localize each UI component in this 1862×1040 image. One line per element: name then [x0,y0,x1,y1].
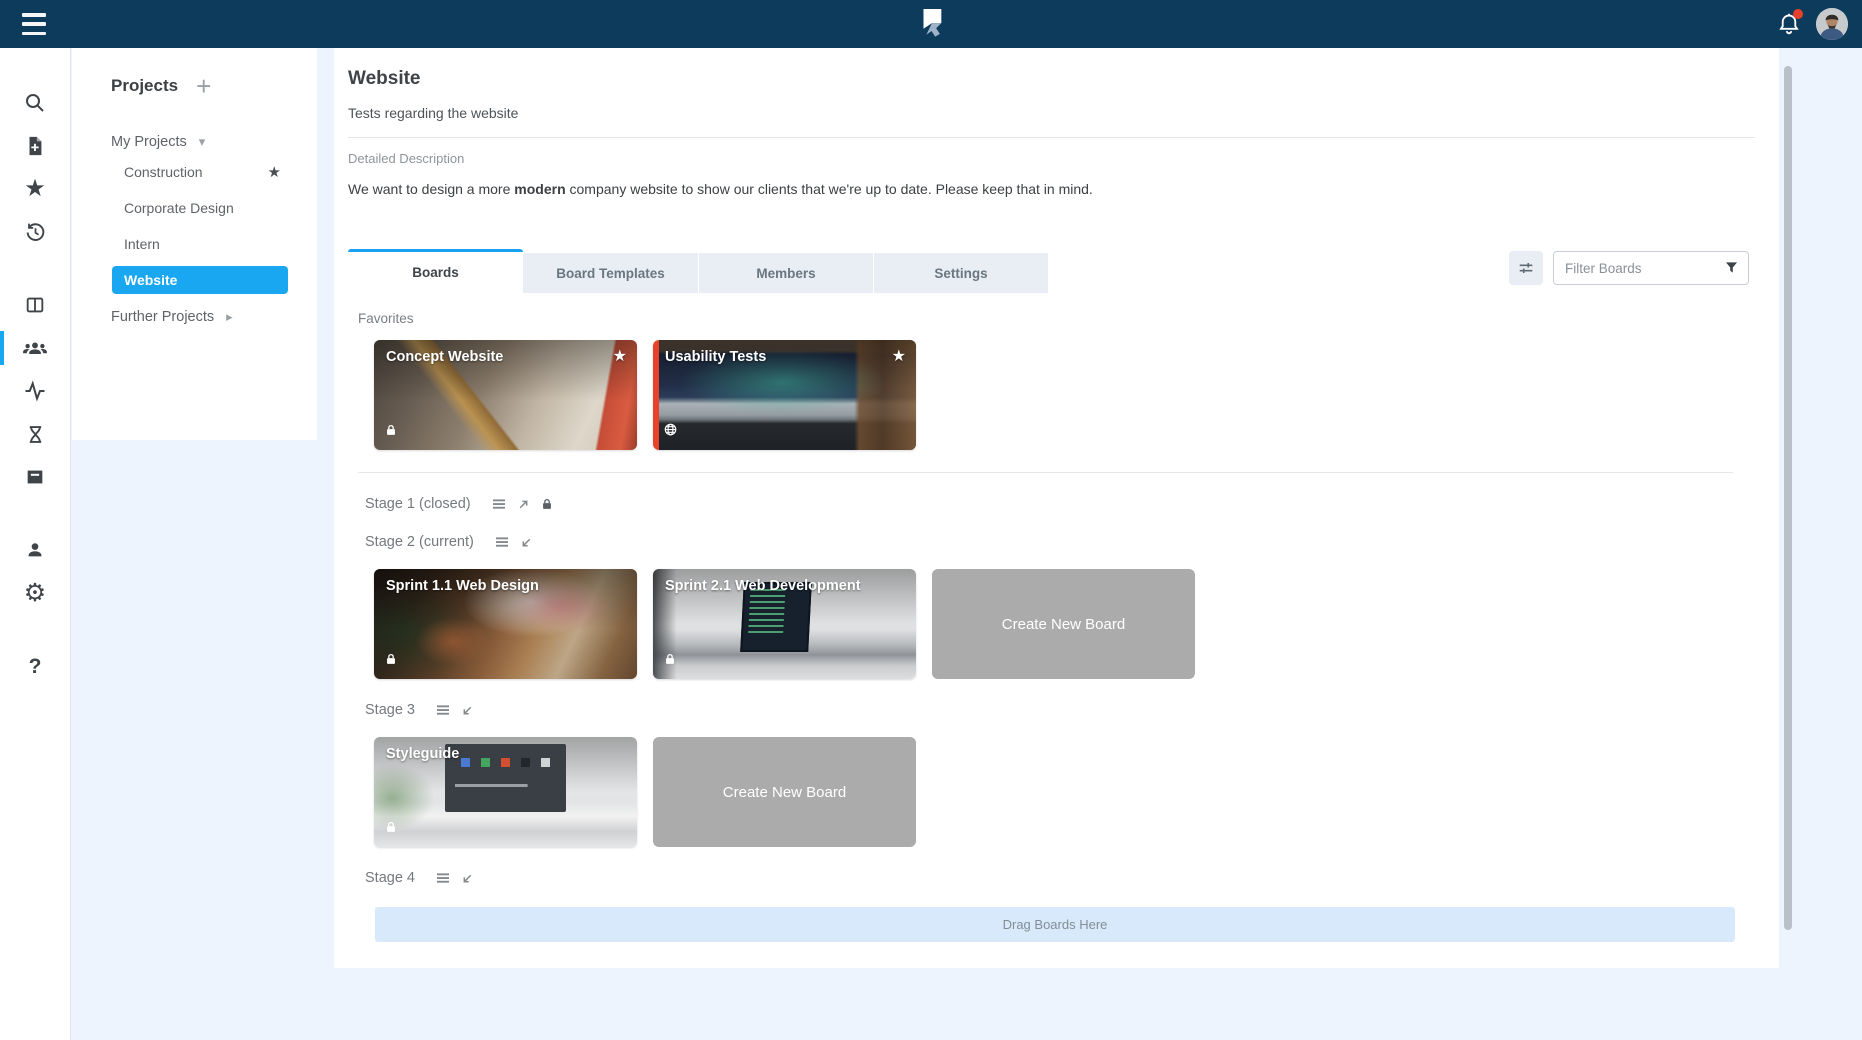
tab-boards[interactable]: Boards [348,249,523,293]
project-item-corporate-design[interactable]: Corporate Design [72,190,317,226]
projects-panel-title: Projects [111,76,178,96]
profile-person-icon[interactable] [0,533,70,567]
create-new-board-button[interactable]: Create New Board [653,737,916,847]
notification-badge [1793,9,1803,19]
create-new-board-button[interactable]: Create New Board [932,569,1195,679]
expand-icon[interactable] [516,497,531,512]
collapse-icon[interactable] [460,871,475,886]
project-item-website-selected[interactable]: Website [112,266,288,294]
drag-boards-drop-zone[interactable]: Drag Boards Here [375,907,1735,942]
list-icon[interactable] [435,702,451,718]
view-options-tune-icon[interactable] [1509,251,1543,285]
stage-2-header: Stage 2 (current) [365,527,1755,557]
stage-4-header: Stage 4 [365,863,1755,893]
project-item-construction[interactable]: Construction ★ [72,154,317,190]
tab-board-templates[interactable]: Board Templates [523,253,698,293]
board-card-usability-tests[interactable]: Usability Tests ★ [653,340,916,450]
new-document-icon[interactable] [0,129,70,163]
app-logo-icon[interactable] [916,6,946,47]
board-card-concept-website[interactable]: Concept Website ★ [374,340,637,450]
notifications-bell-icon[interactable] [1776,11,1802,37]
tab-bar: Boards Board Templates Members Settings [348,249,1755,293]
board-title: Sprint 2.1 Web Development [665,578,882,594]
archive-icon[interactable] [0,460,70,494]
globe-icon [663,422,678,442]
settings-gear-icon[interactable]: ⚙ [0,576,70,610]
board-title: Concept Website [386,349,603,365]
menu-icon[interactable] [22,13,46,35]
project-item-intern[interactable]: Intern [72,226,317,262]
filter-boards-input[interactable] [1553,251,1749,285]
help-question-icon[interactable]: ? [0,649,70,683]
top-navigation-bar [0,0,1862,48]
icon-sidebar: ★ [0,48,71,1040]
divider [348,137,1755,138]
boards-tab-panel: Favorites Concept Website ★ Usability Te… [334,293,1779,942]
history-icon[interactable] [0,215,70,249]
board-title: Styleguide [386,746,603,762]
page-subtitle: Tests regarding the website [348,105,1755,121]
team-people-icon[interactable] [0,331,70,365]
chevron-down-icon: ▾ [199,134,206,150]
list-icon[interactable] [435,870,451,886]
project-detail-card: Website Tests regarding the website Deta… [334,48,1779,968]
lock-icon [384,652,398,671]
activity-pulse-icon[interactable] [0,374,70,408]
divider [358,472,1733,473]
favorites-section-label: Favorites [358,311,1755,326]
tab-settings[interactable]: Settings [873,253,1048,293]
lock-icon [384,820,398,839]
favorite-star-icon[interactable]: ★ [892,346,906,366]
board-card-sprint-2-1[interactable]: Sprint 2.1 Web Development [653,569,916,679]
filter-funnel-icon [1723,259,1740,281]
search-icon[interactable] [0,86,70,120]
my-projects-group[interactable]: My Projects ▾ [72,130,317,154]
stage-3-header: Stage 3 [365,695,1755,725]
boards-columns-icon[interactable] [0,288,70,322]
project-description: We want to design a more modern company … [348,181,1755,197]
starred-project-icon[interactable]: ★ [268,163,281,181]
tab-members[interactable]: Members [698,253,873,293]
list-icon[interactable] [491,496,507,512]
chevron-right-icon: ▸ [226,309,233,325]
detailed-description-label: Detailed Description [348,151,1755,166]
vertical-scrollbar[interactable] [1784,66,1792,930]
collapse-icon[interactable] [519,535,534,550]
board-card-sprint-1-1[interactable]: Sprint 1.1 Web Design [374,569,637,679]
further-projects-group[interactable]: Further Projects ▸ [72,304,317,330]
board-card-styleguide[interactable]: Styleguide [374,737,637,847]
lock-icon [540,497,554,511]
lock-icon [384,423,398,442]
page-title: Website [348,68,1755,90]
time-hourglass-icon[interactable] [0,417,70,451]
favorite-star-icon[interactable]: ★ [613,346,627,366]
list-icon[interactable] [494,534,510,550]
board-title: Sprint 1.1 Web Design [386,578,603,594]
stage-1-header: Stage 1 (closed) [365,489,1755,519]
favorites-star-icon[interactable]: ★ [0,172,70,206]
board-title: Usability Tests [665,349,882,365]
lock-icon [663,652,677,671]
collapse-icon[interactable] [460,703,475,718]
user-avatar[interactable] [1816,8,1848,40]
projects-panel: Projects + My Projects ▾ Construction ★ … [72,48,317,440]
add-project-plus-icon[interactable]: + [196,76,211,96]
